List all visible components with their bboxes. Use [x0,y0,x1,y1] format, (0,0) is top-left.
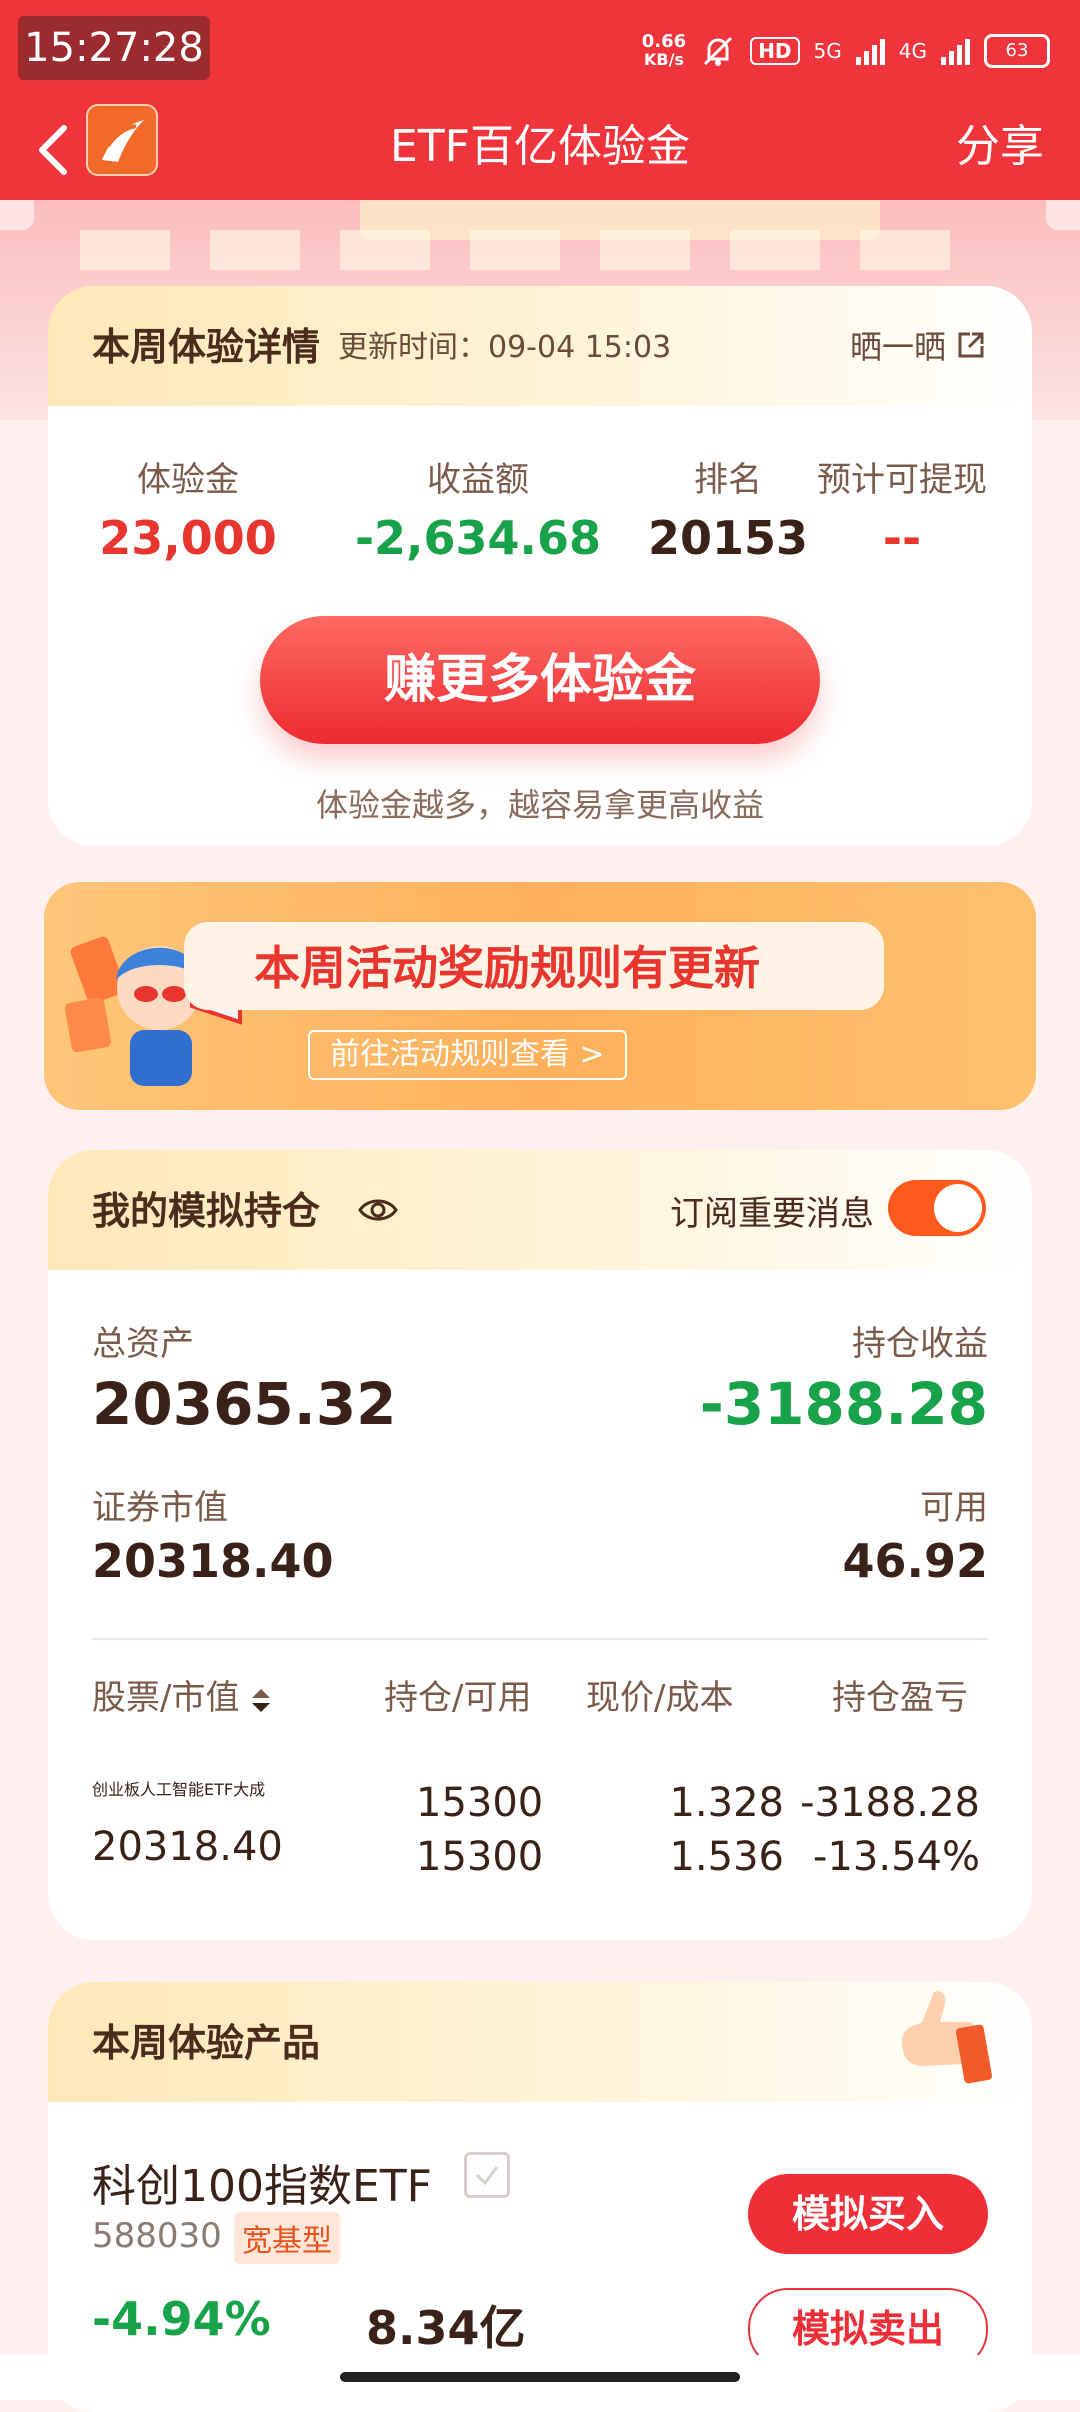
stat-rank: 排名 20153 [647,460,809,565]
products-title: 本周体验产品 [92,2021,321,2065]
stat-trial-funds: 体验金 23,000 [99,460,277,565]
col-pl-header: 持仓盈亏 [832,1678,968,1718]
subscribe-label: 订阅重要消息 [670,1194,874,1234]
update-time: 更新时间：09-04 15:03 [338,330,672,365]
check-icon [475,2166,499,2186]
external-link-icon [958,332,984,358]
product-name: 科创100指数ETF [92,2161,432,2212]
holdings-card-header: 我的模拟持仓 订阅重要消息 [48,1150,1032,1270]
promo-banner[interactable]: 本周活动奖励规则有更新 前往活动规则查看 > [44,882,1036,1110]
total-assets-label: 总资产 [92,1324,194,1364]
show-off-button[interactable]: 晒一晒 [850,322,986,368]
available-value: 46.92 [842,1534,988,1588]
hero-right-tab [1046,200,1080,230]
product-select-checkbox[interactable] [464,2152,510,2198]
col-stock-header[interactable]: 股票/市值 [92,1670,272,1719]
stat-profit: 收益额 -2,634.68 [354,460,602,565]
page-title: ETF百亿体验金 [390,121,690,172]
product-scale: 8.34亿 [366,2301,526,2355]
hero-decoration-stripes [80,230,980,270]
status-time: 15:27:28 [18,16,210,80]
position-profit-value: -3188.28 [699,1370,988,1438]
subscribe-toggle[interactable] [888,1180,986,1236]
product-change: -4.94% [92,2292,271,2346]
product-tag: 宽基型 [234,2212,340,2264]
signal-4g-icon [941,37,970,65]
products-card-header: 本周体验产品 [48,1982,1032,2102]
net-speed: 0.66 KB/s [641,31,687,69]
battery-icon: 63 [984,34,1050,68]
holding-price: 1.328 [669,1780,784,1826]
promo-title: 本周活动奖励规则有更新 [254,941,760,995]
col-price-header: 现价/成本 [586,1678,734,1718]
signal-5g-icon [855,37,885,65]
market-value-label: 证券市值 [92,1488,228,1528]
thumbs-up-icon [902,1990,992,2084]
earn-note: 体验金越多，越容易拿更高收益 [315,786,764,824]
stat-withdrawable: 预计可提现 -- [817,460,987,565]
eye-icon[interactable] [358,1190,398,1230]
promo-rules-link[interactable]: 前往活动规则查看 > [308,1030,627,1080]
weekly-details-card: 本周体验详情 更新时间：09-04 15:03 晒一晒 体验金 23,000 收… [48,286,1032,846]
hd-badge: HD [750,37,800,65]
weekly-card-header: 本周体验详情 更新时间：09-04 15:03 晒一晒 [48,286,1032,406]
weekly-card-title: 本周体验详情 [92,325,321,369]
status-icons: 0.66 KB/s HD 5G 4G 63 [642,26,1050,76]
sort-icon [252,1688,271,1712]
product-code: 588030 [92,2216,222,2256]
holdings-title: 我的模拟持仓 [92,1189,321,1233]
top-bar: 15:27:28 0.66 KB/s HD 5G 4G 63 ETF百亿体验金 … [0,0,1080,200]
toggle-knob [934,1184,982,1232]
holding-name: 创业板人工智能ETF大成 [92,1780,266,1799]
holding-pl: -3188.28 [800,1780,980,1826]
signal-label-5g: 5G [813,39,842,63]
holding-position: 15300 [416,1780,544,1826]
signal-label-4g: 4G [898,39,927,63]
earn-more-button[interactable]: 赚更多体验金 [260,616,820,744]
hero-left-tab [0,200,34,230]
products-card: 本周体验产品 科创100指数ETF 588030 宽基型 -4.94% 8.34… [48,1982,1032,2412]
simulate-buy-button[interactable]: 模拟买入 [748,2174,988,2254]
market-value: 20318.40 [92,1534,334,1588]
share-button[interactable]: 分享 [956,110,1044,174]
holding-available: 15300 [416,1834,544,1880]
mute-bell-icon [704,36,733,66]
holdings-card: 我的模拟持仓 订阅重要消息 总资产 持仓收益 20365.32 -3188.28… [48,1150,1032,1940]
home-indicator[interactable] [340,2372,740,2382]
divider [92,1638,988,1640]
available-label: 可用 [920,1488,988,1528]
col-position-header: 持仓/可用 [384,1678,532,1718]
holding-cost: 1.536 [669,1834,784,1880]
total-assets-value: 20365.32 [92,1370,397,1438]
holding-pl-pct: -13.54% [813,1834,980,1880]
position-profit-label: 持仓收益 [852,1324,988,1364]
holding-market-value: 20318.40 [92,1824,283,1870]
